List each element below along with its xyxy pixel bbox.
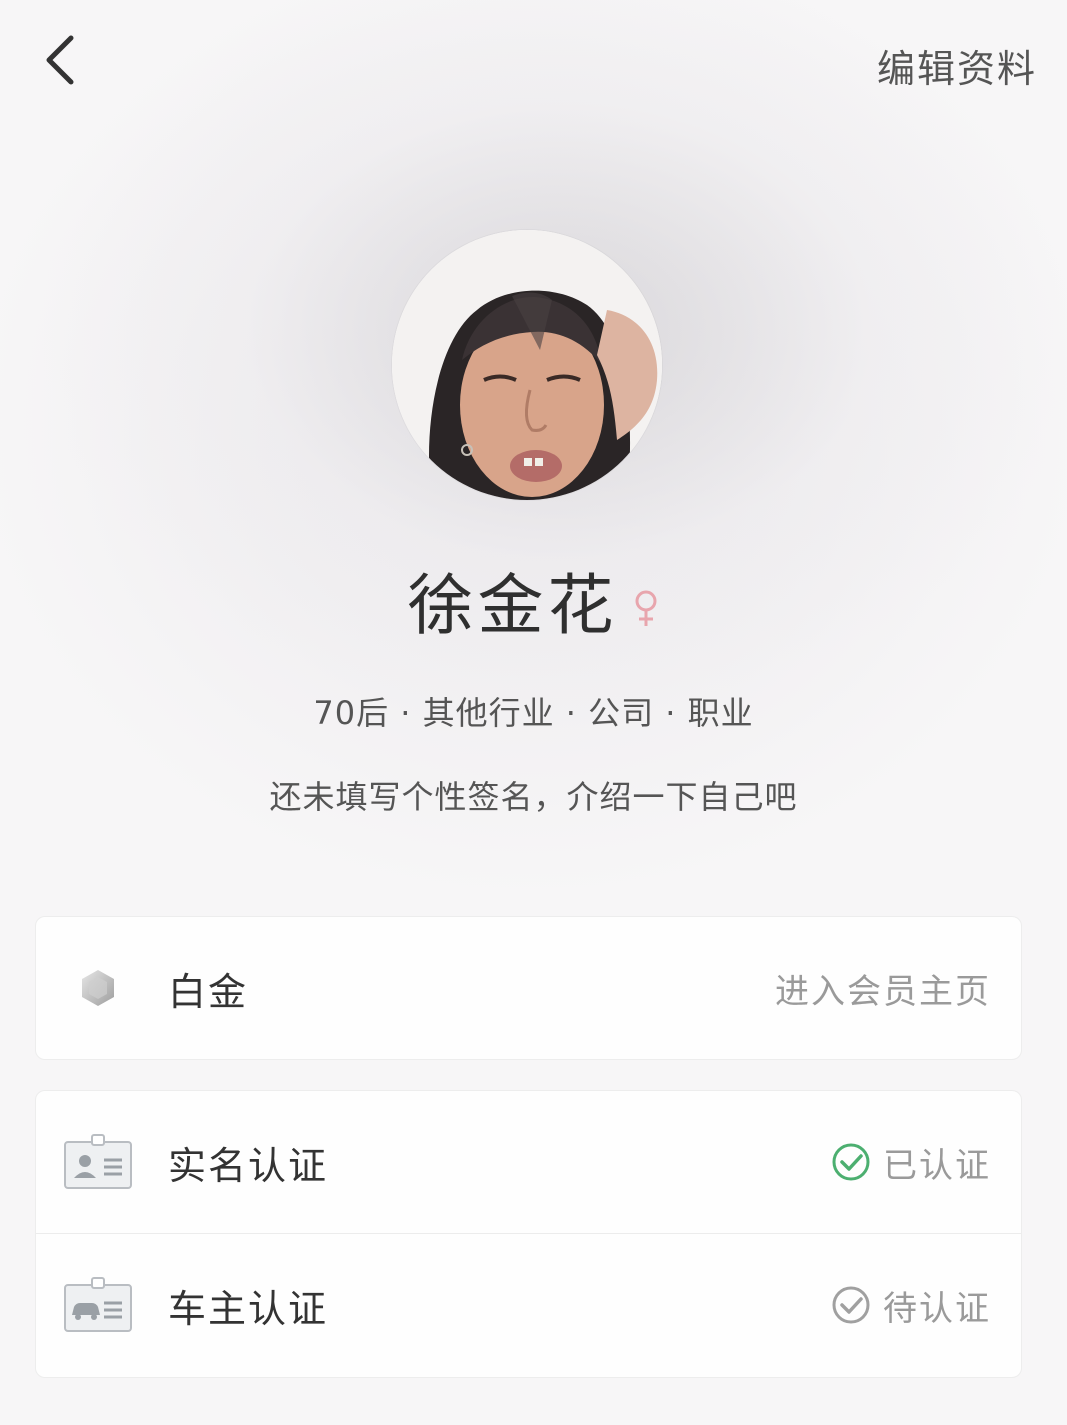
verification-status-text: 已认证	[883, 1145, 991, 1186]
verification-row-realname[interactable]: 实名认证 已认证	[36, 1091, 1021, 1233]
avatar[interactable]	[392, 230, 662, 500]
profile-name-row: 徐金花	[0, 555, 1067, 645]
check-circle-gray-icon	[832, 1286, 870, 1324]
verification-status-text: 待认证	[883, 1288, 991, 1329]
female-icon	[635, 590, 656, 626]
edit-profile-button[interactable]: 编辑资料	[877, 38, 1037, 93]
membership-row[interactable]: 白金 进入会员主页	[36, 917, 1021, 1059]
verification-status: 待认证	[831, 1281, 991, 1330]
membership-card[interactable]: 白金 进入会员主页	[35, 916, 1022, 1060]
user-name: 徐金花	[407, 567, 618, 644]
chevron-left-icon	[46, 35, 74, 85]
membership-level: 白金	[168, 969, 249, 1014]
avatar-portrait	[392, 230, 662, 500]
back-button[interactable]	[28, 28, 92, 92]
check-circle-green-icon	[832, 1143, 870, 1181]
verification-label: 车主认证	[168, 1286, 329, 1331]
verification-status: 已认证	[831, 1138, 991, 1187]
car-card-icon	[64, 1277, 132, 1333]
member-home-link[interactable]: 进入会员主页	[775, 964, 991, 1013]
verification-row-carowner[interactable]: 车主认证 待认证	[36, 1233, 1021, 1376]
profile-bio: 还未填写个性签名，介绍一下自己吧	[269, 778, 798, 816]
top-bar: 编辑资料	[0, 0, 1067, 130]
verification-card: 实名认证 已认证 车主认证 待认证	[35, 1090, 1022, 1378]
id-card-icon	[64, 1134, 132, 1190]
platinum-badge-icon	[64, 960, 132, 1016]
profile-meta: 70后 · 其他行业 · 公司 · 职业	[313, 694, 754, 732]
member-home-label: 进入会员主页	[775, 971, 991, 1012]
verification-label: 实名认证	[168, 1143, 329, 1188]
